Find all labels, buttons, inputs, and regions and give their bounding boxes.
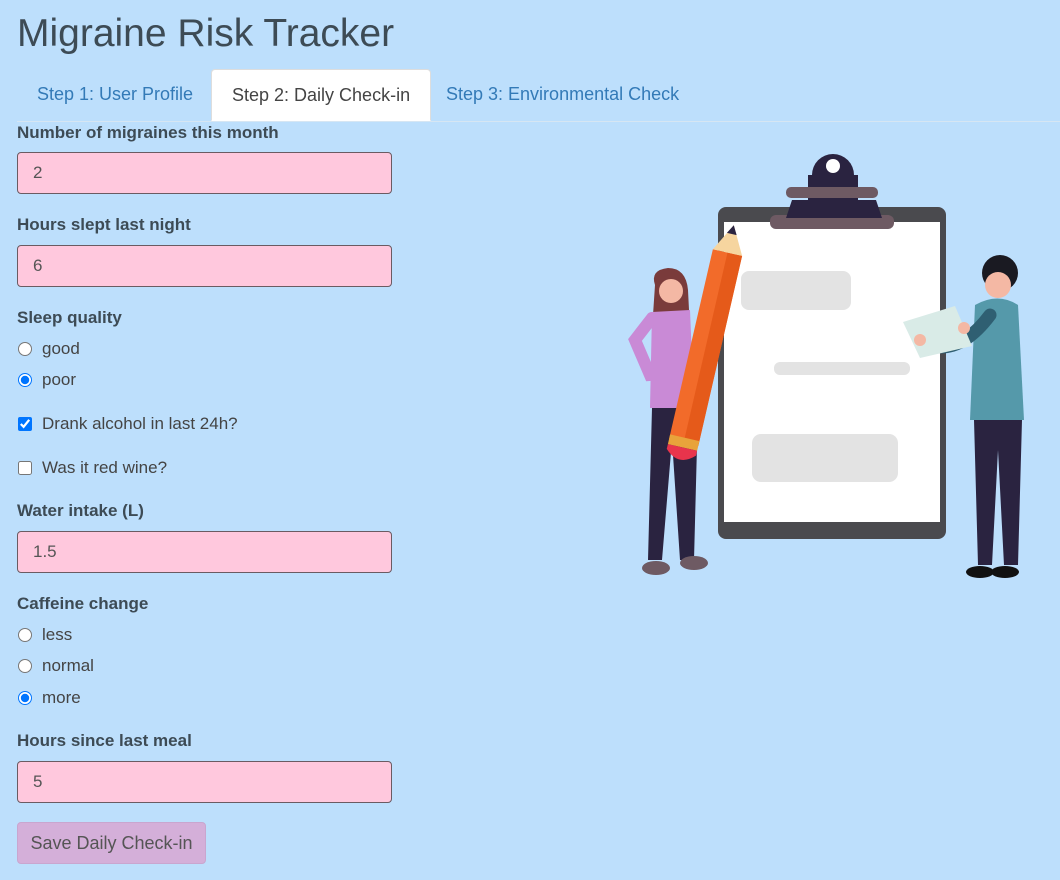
water-label: Water intake (L): [17, 501, 144, 520]
sleep-hours-label: Hours slept last night: [17, 215, 191, 234]
caffeine-option-label: less: [42, 625, 73, 644]
tab-environmental-check[interactable]: Step 3: Environmental Check: [426, 69, 699, 120]
water-input[interactable]: [17, 531, 392, 573]
sleep-quality-option-poor[interactable]: poor: [17, 369, 76, 391]
sleep-hours-input[interactable]: [17, 245, 392, 287]
migraines-input[interactable]: [17, 152, 392, 194]
tab-bar: Step 1: User Profile Step 2: Daily Check…: [17, 69, 1060, 122]
meal-label: Hours since last meal: [17, 731, 192, 750]
sleep-quality-option-label: poor: [42, 370, 77, 389]
caffeine-radio-normal[interactable]: [18, 659, 32, 673]
caffeine-radio-less[interactable]: [18, 628, 32, 642]
sleep-quality-option-label: good: [42, 339, 80, 358]
alcohol-checkbox[interactable]: [18, 417, 32, 431]
caffeine-label: Caffeine change: [17, 594, 149, 613]
red-wine-checkbox-row[interactable]: Was it red wine?: [17, 457, 167, 479]
sleep-quality-label: Sleep quality: [17, 308, 122, 327]
page-title: Migraine Risk Tracker: [17, 12, 395, 55]
caffeine-radio-more[interactable]: [18, 691, 32, 705]
tab-user-profile[interactable]: Step 1: User Profile: [17, 69, 213, 120]
caffeine-option-normal[interactable]: normal: [17, 655, 94, 677]
tab-daily-checkin[interactable]: Step 2: Daily Check-in: [211, 69, 432, 121]
sleep-quality-radio-poor[interactable]: [18, 373, 32, 387]
sleep-quality-radio-good[interactable]: [18, 342, 32, 356]
caffeine-option-more[interactable]: more: [17, 687, 81, 709]
red-wine-checkbox[interactable]: [18, 461, 32, 475]
save-checkin-button[interactable]: Save Daily Check-in: [17, 822, 206, 864]
caffeine-option-less[interactable]: less: [17, 624, 72, 646]
sleep-quality-option-good[interactable]: good: [17, 338, 80, 360]
meal-input[interactable]: [17, 761, 392, 803]
caffeine-option-label: normal: [42, 656, 94, 675]
migraines-label: Number of migraines this month: [17, 123, 279, 142]
clipboard-people-illustration: [628, 154, 1024, 578]
caffeine-option-label: more: [42, 688, 81, 707]
alcohol-checkbox-row[interactable]: Drank alcohol in last 24h?: [17, 413, 238, 435]
red-wine-label: Was it red wine?: [42, 458, 168, 477]
alcohol-label: Drank alcohol in last 24h?: [42, 414, 238, 433]
